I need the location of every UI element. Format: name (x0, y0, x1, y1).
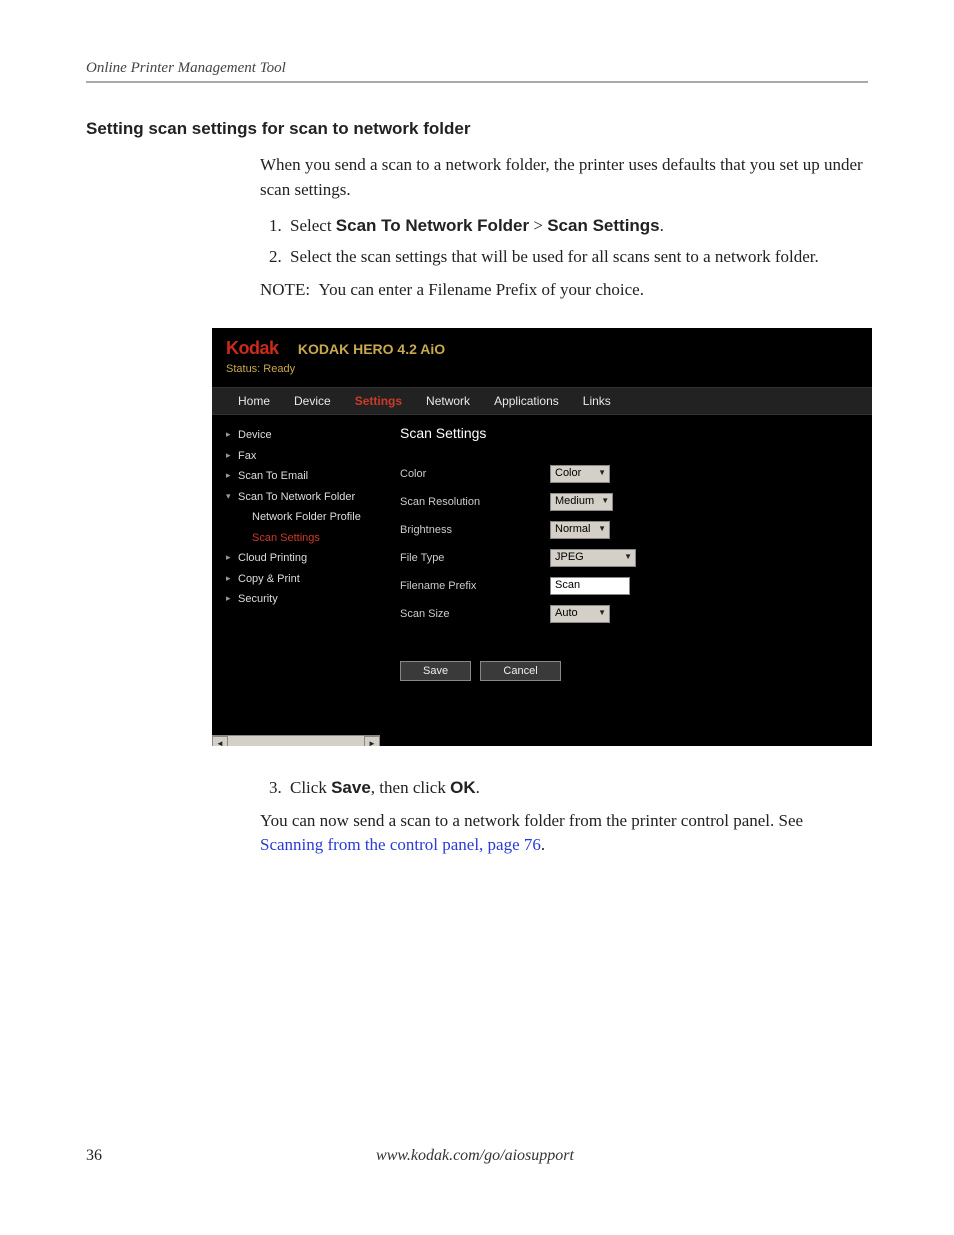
row-scan-size: Scan Size Auto (400, 605, 852, 623)
label-resolution: Scan Resolution (400, 496, 550, 508)
row-brightness: Brightness Normal (400, 521, 852, 539)
running-header: Online Printer Management Tool (86, 60, 868, 83)
row-file-type: File Type JPEG (400, 549, 852, 567)
cancel-button[interactable]: Cancel (480, 661, 560, 681)
footer-url: www.kodak.com/go/aiosupport (102, 1147, 848, 1165)
status-line: Status: Ready (226, 363, 858, 375)
row-color: Color Color (400, 465, 852, 483)
sidebar-item-cloud-printing[interactable]: ▸Cloud Printing (226, 548, 374, 569)
select-brightness[interactable]: Normal (550, 521, 610, 539)
tab-applications[interactable]: Applications (482, 388, 571, 414)
label-filename-prefix: Filename Prefix (400, 580, 550, 592)
input-filename-prefix[interactable]: Scan (550, 577, 630, 595)
scroll-right-icon[interactable]: ► (364, 736, 380, 746)
steps-list-top: Select Scan To Network Folder > Scan Set… (286, 214, 868, 269)
intro-para: When you send a scan to a network folder… (260, 153, 868, 202)
step-1: Select Scan To Network Folder > Scan Set… (286, 214, 868, 239)
sidebar-scrollbar[interactable]: ◄ ► (212, 735, 380, 746)
select-file-type[interactable]: JPEG (550, 549, 636, 567)
chevron-right-icon: ▸ (226, 469, 231, 483)
ss-sidebar: ▸Device ▸Fax ▸Scan To Email ▾Scan To Net… (212, 415, 380, 746)
section-heading: Setting scan settings for scan to networ… (86, 119, 868, 139)
printer-ui-screenshot: Kodak KODAK HERO 4.2 AiO Status: Ready H… (212, 328, 872, 746)
label-file-type: File Type (400, 552, 550, 564)
chevron-down-icon: ▾ (226, 490, 231, 504)
cross-ref-link[interactable]: Scanning from the control panel, page 76 (260, 835, 541, 854)
save-button[interactable]: Save (400, 661, 471, 681)
kodak-logo: Kodak (226, 338, 279, 359)
step-3: Click Save, then click OK. (286, 776, 868, 801)
after-para: You can now send a scan to a network fol… (260, 809, 868, 858)
tab-device[interactable]: Device (282, 388, 343, 414)
select-resolution[interactable]: Medium (550, 493, 613, 511)
chevron-right-icon: ▸ (226, 428, 231, 442)
tab-settings[interactable]: Settings (343, 388, 414, 414)
row-resolution: Scan Resolution Medium (400, 493, 852, 511)
ss-main: ▸Device ▸Fax ▸Scan To Email ▾Scan To Net… (212, 415, 872, 746)
label-scan-size: Scan Size (400, 608, 550, 620)
step-2: Select the scan settings that will be us… (286, 245, 868, 270)
chevron-right-icon: ▸ (226, 449, 231, 463)
tab-home[interactable]: Home (226, 388, 282, 414)
sidebar-item-fax[interactable]: ▸Fax (226, 446, 374, 467)
row-filename-prefix: Filename Prefix Scan (400, 577, 852, 595)
after-block: Click Save, then click OK. You can now s… (260, 776, 868, 858)
sidebar-item-scan-settings[interactable]: Scan Settings (226, 528, 374, 549)
chevron-right-icon: ▸ (226, 551, 231, 565)
ss-content: Scan Settings Color Color Scan Resolutio… (380, 415, 872, 746)
intro-block: When you send a scan to a network folder… (260, 153, 868, 302)
button-row: Save Cancel (400, 661, 852, 681)
page-number: 36 (86, 1147, 102, 1165)
sidebar-item-security[interactable]: ▸Security (226, 589, 374, 610)
chevron-right-icon: ▸ (226, 572, 231, 586)
panel-title: Scan Settings (400, 425, 852, 441)
select-color[interactable]: Color (550, 465, 610, 483)
sidebar-item-copy-print[interactable]: ▸Copy & Print (226, 569, 374, 590)
label-brightness: Brightness (400, 524, 550, 536)
sidebar-item-scan-to-email[interactable]: ▸Scan To Email (226, 466, 374, 487)
product-name: KODAK HERO 4.2 AiO (298, 341, 445, 357)
sidebar-item-network-folder-profile[interactable]: Network Folder Profile (226, 507, 374, 528)
chevron-right-icon: ▸ (226, 592, 231, 606)
select-scan-size[interactable]: Auto (550, 605, 610, 623)
tab-network[interactable]: Network (414, 388, 482, 414)
note: NOTE: You can enter a Filename Prefix of… (260, 278, 868, 303)
tab-bar: Home Device Settings Network Application… (212, 387, 872, 415)
ss-header: Kodak KODAK HERO 4.2 AiO Status: Ready (212, 328, 872, 379)
sidebar-item-device[interactable]: ▸Device (226, 425, 374, 446)
sidebar-item-scan-to-network-folder[interactable]: ▾Scan To Network Folder (226, 487, 374, 508)
label-color: Color (400, 468, 550, 480)
page-footer: 36 www.kodak.com/go/aiosupport (86, 1147, 868, 1165)
tab-links[interactable]: Links (571, 388, 623, 414)
steps-list-bottom: Click Save, then click OK. (286, 776, 868, 801)
scroll-left-icon[interactable]: ◄ (212, 736, 228, 746)
